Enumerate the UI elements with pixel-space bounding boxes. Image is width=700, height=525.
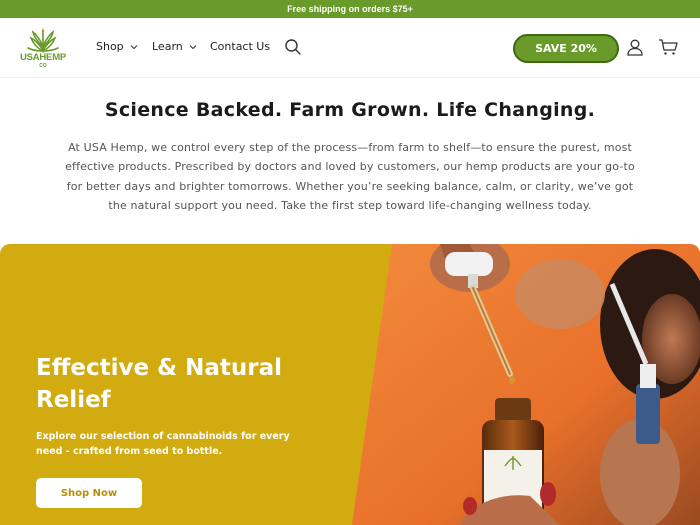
shop-now-button[interactable]: Shop Now — [36, 478, 142, 508]
brand-logo[interactable]: USAHEMP CO — [18, 26, 68, 72]
hemp-leaf-icon — [27, 28, 59, 53]
search-icon[interactable] — [284, 38, 302, 56]
chevron-down-icon — [189, 44, 197, 49]
shop-now-label: Shop Now — [60, 487, 118, 499]
announcement-text: Free shipping on orders $75+ — [287, 4, 413, 14]
account-icon[interactable] — [626, 38, 644, 56]
intro-paragraph: At USA Hemp, we control every step of th… — [65, 141, 635, 213]
intro-heading: Science Backed. Farm Grown. Life Changin… — [104, 99, 596, 121]
cart-icon[interactable] — [658, 38, 678, 56]
nav-contact[interactable]: Contact Us — [210, 40, 270, 53]
chevron-down-icon — [130, 44, 138, 49]
hero-subtitle: Explore our selection of cannabinoids fo… — [36, 431, 290, 457]
nav-shop[interactable]: Shop — [96, 40, 138, 53]
logo-wordmark: USAHEMP — [19, 52, 67, 63]
logo-subtext: CO — [39, 63, 47, 69]
save-20-button[interactable]: SAVE 20% — [513, 34, 619, 63]
nav-shop-label: Shop — [96, 40, 124, 53]
save-button-label: SAVE 20% — [535, 42, 597, 55]
site-header: USAHEMP CO Shop Learn Contact Us SAVE 20… — [0, 18, 700, 78]
nav-learn-label: Learn — [152, 40, 183, 53]
hero-heading: Effective & Natural Relief — [36, 355, 283, 413]
announcement-bar: Free shipping on orders $75+ — [0, 0, 700, 18]
nav-contact-label: Contact Us — [210, 40, 271, 53]
nav-learn[interactable]: Learn — [152, 40, 197, 53]
